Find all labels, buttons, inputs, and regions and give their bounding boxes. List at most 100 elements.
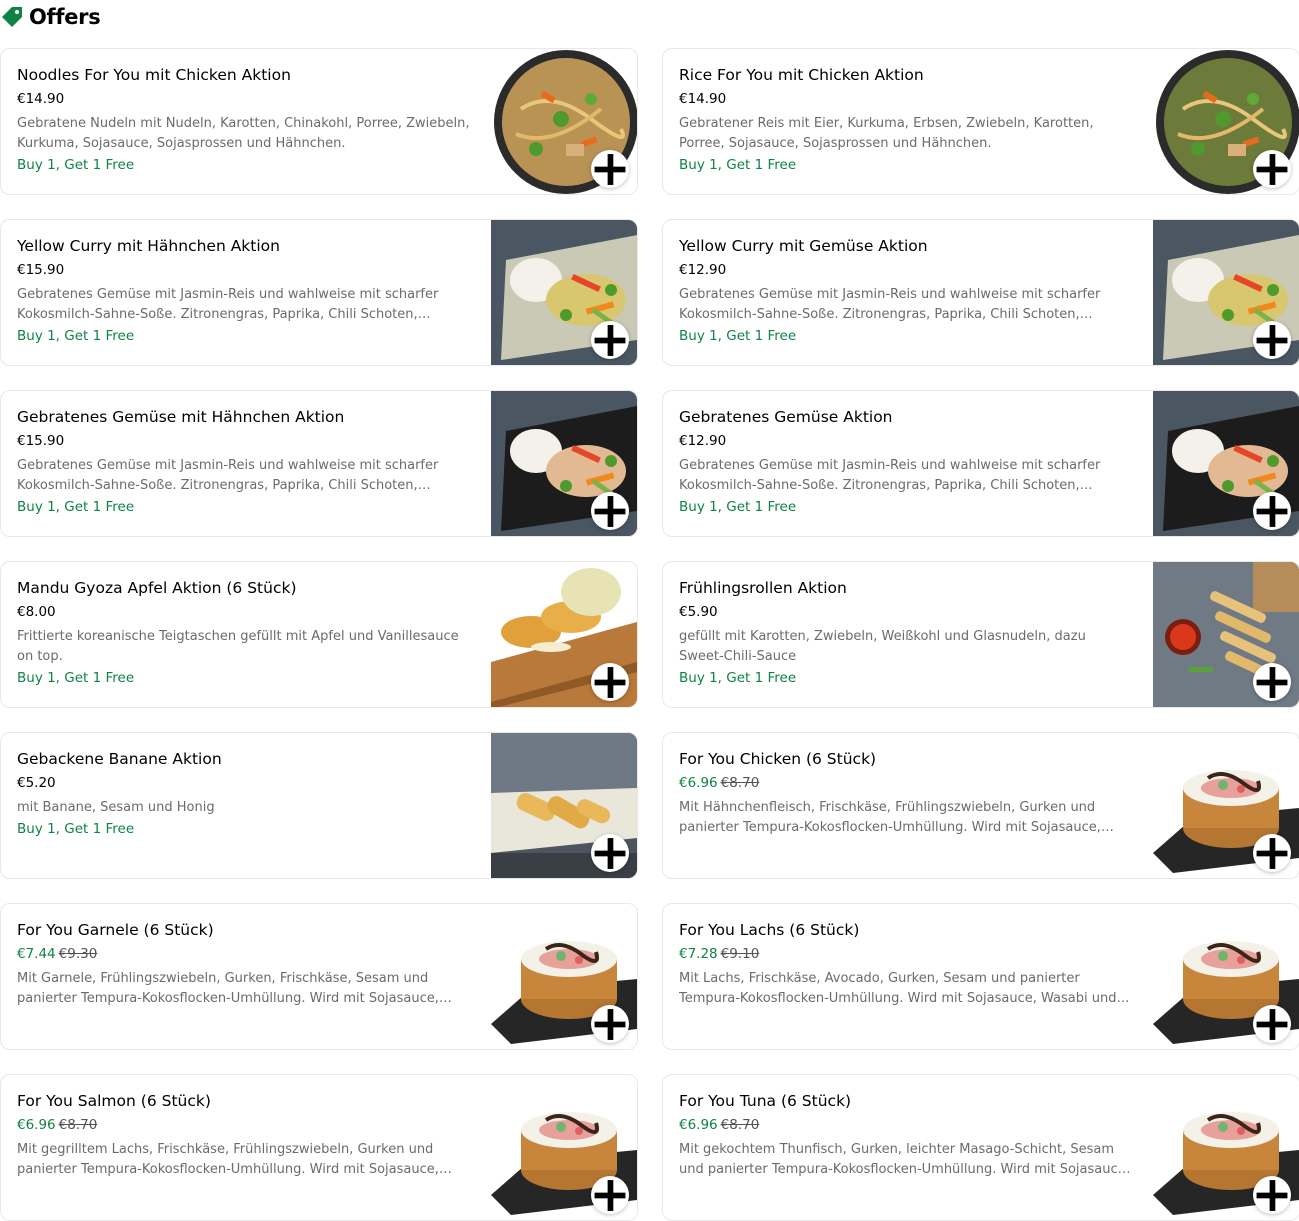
menu-item-image[interactable] xyxy=(1153,904,1299,1049)
menu-item-image[interactable] xyxy=(491,49,637,194)
add-to-cart-button[interactable] xyxy=(1253,834,1291,872)
menu-item-info: For You Tuna (6 Stück) €6.96 €8.70 Mit geko… xyxy=(679,1091,1134,1180)
add-to-cart-button[interactable] xyxy=(591,321,629,359)
menu-item-card[interactable]: For You Chicken (6 Stück) €6.96 €8.70 Mit H… xyxy=(662,732,1299,879)
menu-item-card[interactable]: Frühlingsrollen Aktion €5.90 gefüllt mit K… xyxy=(662,561,1299,708)
menu-item-price: €6.96 xyxy=(17,1117,56,1133)
plus-icon xyxy=(594,1008,626,1040)
add-to-cart-button[interactable] xyxy=(591,492,629,530)
menu-item-info: Yellow Curry mit Gemüse Aktion €12.90 Gebr… xyxy=(679,236,1134,345)
menu-item-description: Gebratene Nudeln mit Nudeln, Karotten, C… xyxy=(17,116,470,151)
menu-item-info: For You Garnele (6 Stück) €7.44 €9.30 Mit G… xyxy=(17,920,472,1009)
add-to-cart-button[interactable] xyxy=(1253,150,1291,188)
menu-item-card[interactable]: Gebratenes Gemüse Aktion €12.90 Gebratenes… xyxy=(662,390,1299,537)
promo-badge: Buy 1, Get 1 Free xyxy=(17,157,135,173)
menu-item-card[interactable]: Mandu Gyoza Apfel Aktion (6 Stück) €8.00 F… xyxy=(0,561,638,708)
menu-item-info: Mandu Gyoza Apfel Aktion (6 Stück) €8.00 F… xyxy=(17,578,472,687)
menu-item-info: For You Lachs (6 Stück) €7.28 €9.10 Mit Lac… xyxy=(679,920,1134,1009)
menu-item-price: €12.90 xyxy=(679,433,727,449)
add-to-cart-button[interactable] xyxy=(591,150,629,188)
menu-item-old-price: €9.30 xyxy=(58,946,98,962)
menu-item-card[interactable]: For You Salmon (6 Stück) €6.96 €8.70 Mit ge… xyxy=(0,1074,638,1221)
menu-item-price-row: €8.00 xyxy=(17,603,472,621)
promo-badge: Buy 1, Get 1 Free xyxy=(679,328,797,344)
add-to-cart-button[interactable] xyxy=(1253,1176,1291,1214)
plus-icon xyxy=(1256,1008,1288,1040)
menu-item-image[interactable] xyxy=(1153,1075,1299,1220)
menu-item-image[interactable] xyxy=(1153,733,1299,878)
add-to-cart-button[interactable] xyxy=(591,1176,629,1214)
menu-item-price-row: €6.96 €8.70 xyxy=(679,1116,1134,1134)
menu-item-image[interactable] xyxy=(491,220,637,365)
plus-icon xyxy=(594,666,626,698)
plus-icon xyxy=(1256,837,1288,869)
tag-icon xyxy=(0,4,24,30)
add-to-cart-button[interactable] xyxy=(1253,1005,1291,1043)
menu-item-title: Yellow Curry mit Hähnchen Aktion xyxy=(17,237,280,255)
menu-item-card[interactable]: Yellow Curry mit Gemüse Aktion €12.90 Gebr… xyxy=(662,219,1299,366)
menu-item-price-row: €5.20 xyxy=(17,774,472,792)
add-to-cart-button[interactable] xyxy=(591,663,629,701)
menu-item-price: €15.90 xyxy=(17,262,65,278)
plus-icon xyxy=(594,495,626,527)
add-to-cart-button[interactable] xyxy=(1253,663,1291,701)
menu-item-description: Gebratenes Gemüse mit Jasmin-Reis und wa… xyxy=(17,287,439,322)
menu-item-info: For You Salmon (6 Stück) €6.96 €8.70 Mit ge… xyxy=(17,1091,472,1180)
menu-item-description: Mit Hähnchenfleisch, Frischkäse, Frühlin… xyxy=(679,800,1101,835)
menu-item-image[interactable] xyxy=(491,904,637,1049)
menu-item-description: Mit gekochtem Thunfisch, Gurken, leichte… xyxy=(679,1142,1130,1177)
add-to-cart-button[interactable] xyxy=(1253,321,1291,359)
menu-item-description: Gebratenes Gemüse mit Jasmin-Reis und wa… xyxy=(679,287,1101,322)
menu-item-image[interactable] xyxy=(491,1075,637,1220)
promo-badge: Buy 1, Get 1 Free xyxy=(679,670,797,686)
menu-item-title: Frühlingsrollen Aktion xyxy=(679,579,847,597)
menu-item-price: €14.90 xyxy=(679,91,727,107)
menu-item-info: Yellow Curry mit Hähnchen Aktion €15.90 Ge… xyxy=(17,236,472,345)
menu-item-image[interactable] xyxy=(1153,220,1299,365)
menu-item-title: Gebackene Banane Aktion xyxy=(17,750,222,768)
menu-item-image[interactable] xyxy=(1153,49,1299,194)
promo-badge: Buy 1, Get 1 Free xyxy=(679,157,797,173)
promo-badge: Buy 1, Get 1 Free xyxy=(17,670,135,686)
section-header: Offers xyxy=(0,2,101,32)
menu-item-card[interactable]: For You Lachs (6 Stück) €7.28 €9.10 Mit Lac… xyxy=(662,903,1299,1050)
menu-item-image[interactable] xyxy=(1153,391,1299,536)
menu-item-card[interactable]: For You Garnele (6 Stück) €7.44 €9.30 Mit G… xyxy=(0,903,638,1050)
menu-item-price-row: €14.90 xyxy=(17,90,472,108)
menu-item-description: Mit gegrilltem Lachs, Frischkäse, Frühli… xyxy=(17,1142,439,1177)
menu-item-card[interactable]: For You Tuna (6 Stück) €6.96 €8.70 Mit geko… xyxy=(662,1074,1299,1221)
section-title: Offers xyxy=(29,5,101,29)
menu-item-price-row: €5.90 xyxy=(679,603,1134,621)
plus-icon xyxy=(1256,324,1288,356)
plus-icon xyxy=(594,324,626,356)
menu-item-price: €5.20 xyxy=(17,775,56,791)
menu-item-price: €8.00 xyxy=(17,604,56,620)
add-to-cart-button[interactable] xyxy=(591,1005,629,1043)
menu-item-title: Rice For You mit Chicken Aktion xyxy=(679,66,924,84)
add-to-cart-button[interactable] xyxy=(1253,492,1291,530)
menu-item-old-price: €8.70 xyxy=(58,1117,98,1133)
menu-item-info: Noodles For You mit Chicken Aktion €14.90… xyxy=(17,65,472,174)
menu-item-price-row: €15.90 xyxy=(17,432,472,450)
menu-item-info: Rice For You mit Chicken Aktion €14.90 Geb… xyxy=(679,65,1134,174)
menu-item-title: Gebratenes Gemüse mit Hähnchen Aktion xyxy=(17,408,345,426)
menu-item-old-price: €8.70 xyxy=(720,775,760,791)
menu-item-card[interactable]: Yellow Curry mit Hähnchen Aktion €15.90 Ge… xyxy=(0,219,638,366)
menu-item-price: €15.90 xyxy=(17,433,65,449)
menu-item-image[interactable] xyxy=(1153,562,1299,707)
menu-item-card[interactable]: Noodles For You mit Chicken Aktion €14.90… xyxy=(0,48,638,195)
menu-item-card[interactable]: Gebackene Banane Aktion €5.20 mit Banane, … xyxy=(0,732,638,879)
menu-item-title: Gebratenes Gemüse Aktion xyxy=(679,408,893,426)
menu-item-title: For You Tuna (6 Stück) xyxy=(679,1092,852,1110)
promo-badge: Buy 1, Get 1 Free xyxy=(17,328,135,344)
plus-icon xyxy=(1256,153,1288,185)
menu-item-title: Noodles For You mit Chicken Aktion xyxy=(17,66,291,84)
menu-item-image[interactable] xyxy=(491,562,637,707)
menu-item-image[interactable] xyxy=(491,391,637,536)
menu-item-price: €14.90 xyxy=(17,91,65,107)
menu-item-image[interactable] xyxy=(491,733,637,878)
menu-item-card[interactable]: Gebratenes Gemüse mit Hähnchen Aktion €15… xyxy=(0,390,638,537)
add-to-cart-button[interactable] xyxy=(591,834,629,872)
menu-item-price-row: €12.90 xyxy=(679,432,1134,450)
menu-item-card[interactable]: Rice For You mit Chicken Aktion €14.90 Geb… xyxy=(662,48,1299,195)
